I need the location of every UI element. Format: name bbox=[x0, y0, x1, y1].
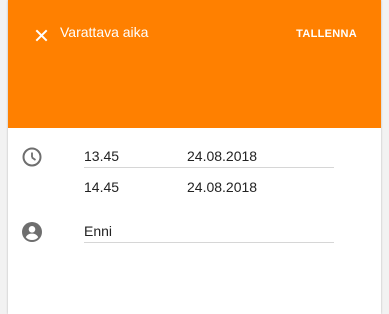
close-button[interactable] bbox=[32, 25, 52, 45]
close-icon bbox=[35, 29, 48, 42]
start-date-field[interactable]: 24.08.2018 bbox=[84, 145, 334, 168]
app-frame: Varattava aika TALLENNA 13.45 24.08.2018… bbox=[0, 0, 389, 314]
end-date-value: 24.08.2018 bbox=[187, 179, 258, 195]
dialog-title: Varattava aika bbox=[60, 24, 149, 40]
start-date-value: 24.08.2018 bbox=[187, 148, 258, 164]
booking-dialog: Varattava aika TALLENNA 13.45 24.08.2018… bbox=[8, 0, 381, 314]
person-name-value: Enni bbox=[84, 223, 113, 239]
account-circle-icon bbox=[21, 221, 43, 243]
clock-icon bbox=[21, 146, 43, 168]
save-button[interactable]: TALLENNA bbox=[296, 28, 357, 40]
end-date-field[interactable]: 24.08.2018 bbox=[84, 176, 334, 198]
dialog-header: Varattava aika TALLENNA bbox=[8, 0, 381, 128]
person-name-field[interactable]: Enni bbox=[84, 220, 334, 243]
